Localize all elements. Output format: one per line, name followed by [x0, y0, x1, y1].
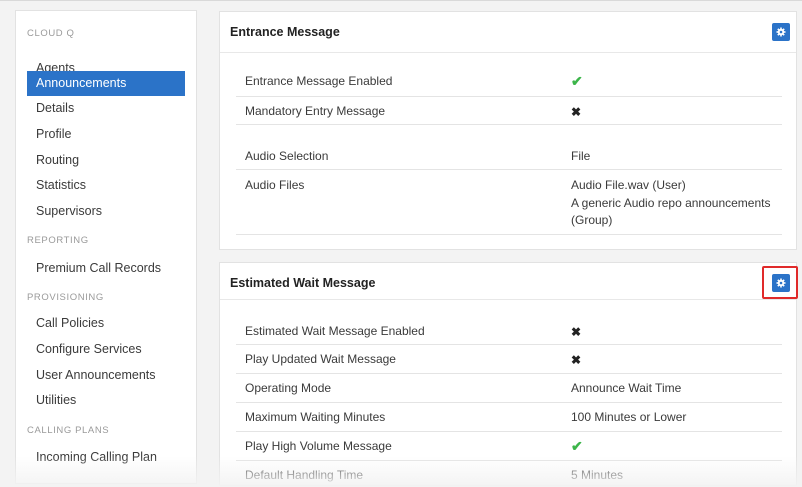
x-icon: ✖: [571, 325, 582, 339]
audio-file-line: A generic Audio repo announcements: [571, 195, 771, 210]
x-icon: ✖: [571, 353, 582, 367]
sidebar-item-configure-services[interactable]: Configure Services: [27, 337, 185, 362]
entrance-message-panel: Entrance Message Entrance Message Enable…: [219, 11, 797, 250]
entrance-settings-button[interactable]: [772, 23, 790, 41]
section-heading-reporting: REPORTING: [27, 235, 89, 246]
panel-header: Estimated Wait Message: [220, 265, 798, 301]
sidebar-item-user-announcements[interactable]: User Announcements: [27, 363, 185, 388]
panel-header: Entrance Message: [220, 12, 796, 53]
row-play-updated-wait: Play Updated Wait Message ✖: [236, 345, 782, 374]
estimated-wait-message-panel: Estimated Wait Message Estimated Wait Me…: [219, 262, 798, 486]
sidebar-item-routing[interactable]: Routing: [27, 148, 185, 173]
sidebar-item-premium-call-records[interactable]: Premium Call Records: [27, 256, 185, 281]
sidebar-item-statistics[interactable]: Statistics: [27, 173, 185, 198]
wait-settings-button[interactable]: [772, 274, 790, 292]
panel-title: Entrance Message: [230, 25, 340, 39]
row-audio-files: Audio Files Audio File.wav (User) A gene…: [236, 170, 782, 235]
gear-icon: [776, 27, 786, 37]
sidebar-item-supervisors[interactable]: Supervisors: [27, 199, 185, 224]
audio-file-line: Audio File.wav (User): [571, 178, 686, 192]
sidebar-item-call-policies[interactable]: Call Policies: [27, 311, 185, 336]
row-max-waiting-minutes: Maximum Waiting Minutes 100 Minutes or L…: [236, 403, 782, 432]
sidebar-item-details[interactable]: Details: [27, 96, 185, 121]
row-mandatory-entry-message: Mandatory Entry Message ✖: [236, 97, 782, 125]
gear-icon: [776, 278, 786, 288]
sidebar-item-announcements[interactable]: Announcements: [27, 71, 185, 96]
row-audio-selection: Audio Selection File: [236, 142, 782, 170]
row-operating-mode: Operating Mode Announce Wait Time: [236, 374, 782, 403]
check-icon: ✔: [571, 438, 583, 454]
check-icon: ✔: [571, 73, 583, 89]
row-entrance-message-enabled: Entrance Message Enabled ✔: [236, 67, 782, 97]
sidebar-item-profile[interactable]: Profile: [27, 122, 185, 147]
x-icon: ✖: [571, 105, 582, 119]
row-default-handling-time: Default Handling Time 5 Minutes: [245, 468, 624, 482]
sidebar-item-utilities[interactable]: Utilities: [27, 388, 185, 413]
section-heading-provisioning: PROVISIONING: [27, 292, 104, 303]
section-heading-calling-plans: CALLING PLANS: [27, 425, 110, 436]
row-estimated-wait-enabled: Estimated Wait Message Enabled ✖: [236, 317, 782, 345]
audio-file-line: (Group): [571, 213, 613, 227]
row-play-high-volume: Play High Volume Message ✔: [236, 432, 782, 461]
section-heading-cloud-q: CLOUD Q: [27, 28, 75, 39]
panel-title: Estimated Wait Message: [230, 276, 376, 290]
sidebar: CLOUD Q Agents Announcements Details Pro…: [15, 10, 197, 484]
